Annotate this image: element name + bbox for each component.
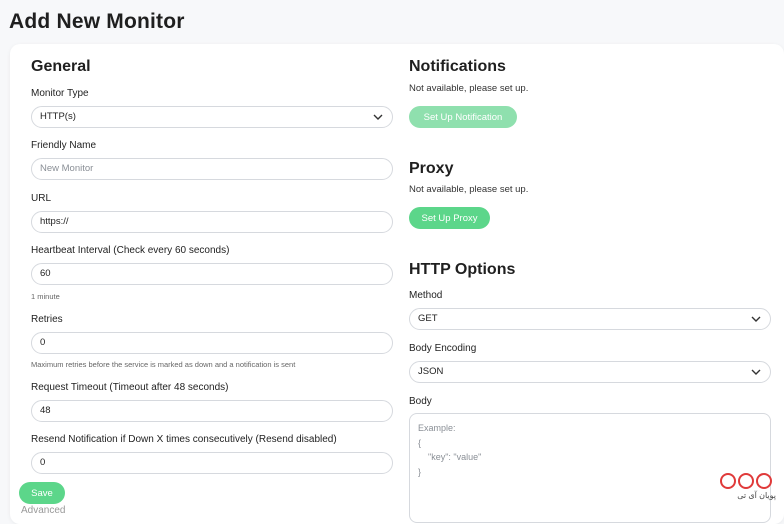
- heartbeat-input[interactable]: 60: [31, 263, 393, 285]
- general-title: General: [31, 58, 91, 75]
- method-select[interactable]: GET: [409, 308, 771, 330]
- url-label: URL: [31, 193, 52, 204]
- retries-input[interactable]: 0: [31, 332, 393, 354]
- body-textarea[interactable]: Example: { "key": "value" }: [409, 413, 771, 523]
- chevron-down-icon: [751, 362, 761, 382]
- method-value: GET: [418, 313, 438, 324]
- chevron-down-icon: [373, 107, 383, 127]
- friendly-name-placeholder: New Monitor: [40, 163, 94, 174]
- resend-value: 0: [40, 457, 46, 468]
- notifications-note: Not available, please set up.: [409, 83, 529, 94]
- timeout-input[interactable]: 48: [31, 400, 393, 422]
- logo-icon: [720, 473, 776, 489]
- url-value: https://: [40, 216, 69, 227]
- retries-label: Retries: [31, 314, 63, 325]
- resend-label: Resend Notification if Down X times cons…: [31, 434, 337, 445]
- watermark-logo: پویان آی تی: [720, 473, 776, 509]
- monitor-type-value: HTTP(s): [40, 111, 76, 122]
- monitor-form-card: General Monitor Type HTTP(s) Friendly Na…: [10, 44, 784, 524]
- timeout-label: Request Timeout (Timeout after 48 second…: [31, 382, 229, 393]
- save-button[interactable]: Save: [19, 482, 65, 504]
- body-encoding-select[interactable]: JSON: [409, 361, 771, 383]
- advanced-heading: Advanced: [21, 505, 66, 516]
- body-encoding-label: Body Encoding: [409, 343, 477, 354]
- notifications-title: Notifications: [409, 58, 506, 75]
- proxy-note: Not available, please set up.: [409, 184, 529, 195]
- timeout-value: 48: [40, 405, 51, 416]
- setup-notification-button[interactable]: Set Up Notification: [409, 106, 517, 128]
- retries-value: 0: [40, 337, 46, 348]
- friendly-name-input[interactable]: New Monitor: [31, 158, 393, 180]
- url-input[interactable]: https://: [31, 211, 393, 233]
- http-options-title: HTTP Options: [409, 261, 516, 278]
- proxy-title: Proxy: [409, 160, 454, 177]
- resend-input[interactable]: 0: [31, 452, 393, 474]
- page-title: Add New Monitor: [9, 10, 185, 33]
- watermark-text: پویان آی تی: [737, 491, 776, 500]
- heartbeat-value: 60: [40, 268, 51, 279]
- setup-proxy-button[interactable]: Set Up Proxy: [409, 207, 490, 229]
- monitor-type-select[interactable]: HTTP(s): [31, 106, 393, 128]
- method-label: Method: [409, 290, 443, 301]
- monitor-type-label: Monitor Type: [31, 88, 89, 99]
- friendly-name-label: Friendly Name: [31, 140, 97, 151]
- heartbeat-label: Heartbeat Interval (Check every 60 secon…: [31, 245, 230, 256]
- body-encoding-value: JSON: [418, 366, 444, 377]
- heartbeat-help: 1 minute: [31, 292, 60, 301]
- body-label: Body: [409, 396, 432, 407]
- retries-help: Maximum retries before the service is ma…: [31, 360, 296, 369]
- chevron-down-icon: [751, 309, 761, 329]
